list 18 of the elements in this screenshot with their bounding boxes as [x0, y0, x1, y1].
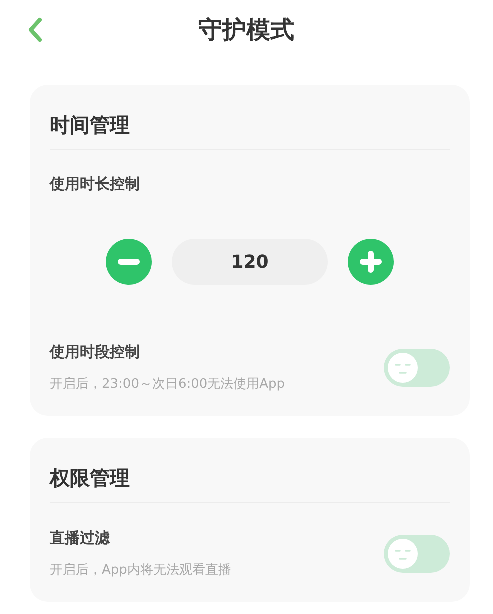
minus-icon	[118, 259, 140, 265]
setting-label: 使用时长控制	[50, 174, 140, 194]
setting-description: 开启后，23:00～次日6:00无法使用App	[50, 376, 286, 394]
setting-label: 使用时段控制	[50, 342, 141, 362]
page-title: 守护模式	[198, 15, 294, 46]
minus-button[interactable]	[106, 239, 152, 285]
duration-value[interactable]: 120	[172, 239, 328, 285]
toggle-switch[interactable]	[384, 349, 450, 387]
back-icon[interactable]	[26, 17, 44, 43]
face-icon	[388, 353, 418, 383]
plus-icon	[360, 251, 382, 273]
setting-description: 开启后，App内将无法观看直播	[50, 562, 232, 580]
setting-label: 直播过滤	[50, 528, 111, 548]
face-icon	[388, 539, 418, 569]
section-title: 时间管理	[50, 112, 130, 139]
section-title: 权限管理	[50, 465, 130, 492]
toggle-switch[interactable]	[384, 535, 450, 573]
plus-button[interactable]	[348, 239, 394, 285]
